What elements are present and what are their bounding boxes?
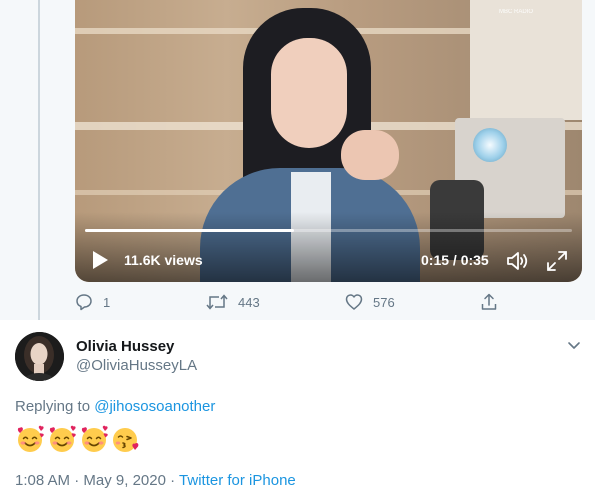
- play-icon: [93, 251, 108, 269]
- video-view-count: 11.6K views: [124, 252, 203, 268]
- retweet-count: 443: [238, 294, 260, 310]
- smiling-face-with-hearts-icon: [47, 424, 77, 454]
- replying-to: Replying to @jihososoanother: [15, 398, 215, 415]
- reply-count: 1: [103, 294, 111, 310]
- play-button[interactable]: [89, 249, 111, 271]
- tweet-timestamp: 1:08 AM · May 9, 2020 · Twitter for iPho…: [15, 472, 296, 489]
- tweet-date[interactable]: May 9, 2020: [83, 472, 166, 489]
- more-options-button[interactable]: [566, 337, 582, 353]
- display-name[interactable]: Olivia Hussey: [76, 338, 174, 355]
- tweet-source[interactable]: Twitter for iPhone: [179, 472, 296, 489]
- like-count: 576: [373, 294, 395, 310]
- video-time: 0:15 / 0:35: [421, 252, 489, 268]
- username[interactable]: @OliviaHusseyLA: [76, 357, 197, 374]
- replying-to-label: Replying to: [15, 398, 91, 415]
- video-frame-person: [271, 38, 347, 148]
- like-button[interactable]: 576: [345, 291, 395, 313]
- smiling-face-with-hearts-icon: [79, 424, 109, 454]
- share-icon: [481, 293, 497, 310]
- retweet-button[interactable]: 443: [206, 291, 260, 313]
- tweet-time[interactable]: 1:08 AM: [15, 472, 70, 489]
- video-progress-fill: [85, 229, 295, 232]
- chevron-down-icon: [568, 342, 580, 349]
- volume-icon: [507, 252, 528, 270]
- reply-icon: [76, 294, 92, 311]
- heart-icon: [345, 294, 363, 310]
- fullscreen-icon: [547, 251, 567, 271]
- avatar[interactable]: [15, 332, 64, 381]
- tweet-text-emojis: [15, 424, 141, 456]
- volume-button[interactable]: [506, 250, 530, 272]
- video-player[interactable]: MBC RADIO 11.6K views 0:15 / 0:35: [75, 0, 582, 282]
- retweet-icon: [206, 294, 228, 310]
- thread-line: [38, 0, 40, 320]
- tweet-action-bar: 1 443 576: [75, 291, 505, 313]
- fullscreen-button[interactable]: [545, 249, 569, 273]
- avatar-image: [15, 332, 64, 381]
- meta-separator: ·: [170, 472, 176, 489]
- video-broadcast-badge: MBC RADIO: [499, 9, 534, 15]
- video-frame-detail: [473, 128, 507, 162]
- smiling-face-with-hearts-icon: [15, 424, 45, 454]
- share-button[interactable]: [480, 291, 498, 313]
- video-progress-bar[interactable]: [85, 229, 572, 232]
- replying-to-handle[interactable]: @jihososoanother: [94, 398, 215, 415]
- meta-separator: ·: [74, 472, 80, 489]
- reply-button[interactable]: 1: [75, 291, 110, 313]
- face-blowing-a-kiss-icon: [111, 424, 141, 454]
- video-frame-person: [341, 130, 399, 180]
- video-frame-detail: [470, 0, 582, 120]
